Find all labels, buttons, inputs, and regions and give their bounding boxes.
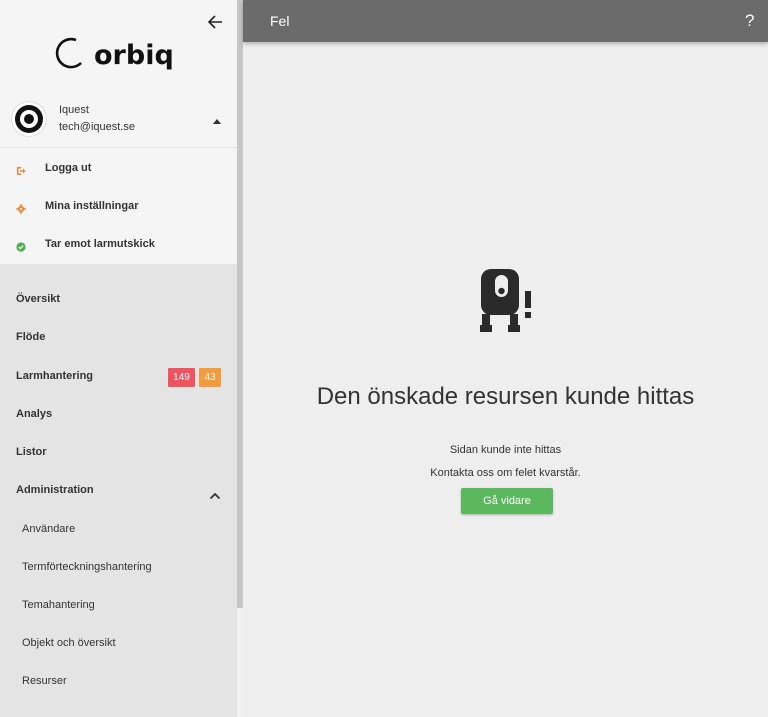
- nav-label: Administration: [16, 484, 94, 496]
- alarm-dispatch-label: Tar emot larmutskick: [45, 238, 155, 250]
- logo-text: orbiq: [94, 40, 174, 71]
- sidebar-header: orbiq Iquest tech@iquest.se Logga ut Min…: [0, 0, 237, 264]
- sidebar-item-objekt[interactable]: Objekt och översikt: [0, 624, 237, 662]
- nav-label: Analys: [16, 408, 53, 420]
- nav-label: Översikt: [16, 293, 61, 305]
- settings-menu-item[interactable]: Mina inställningar: [0, 187, 237, 225]
- page-title: Fel: [270, 13, 290, 29]
- sub-label: Användare: [22, 523, 76, 535]
- sidebar-scrollbar-thumb[interactable]: [237, 0, 243, 608]
- error-heading: Den önskade resursen kunde hittas: [316, 383, 695, 410]
- error-contact-message: Kontakta oss om felet kvarstår.: [430, 467, 581, 479]
- nav-label: Flöde: [16, 331, 46, 343]
- sidebar-item-anvandare[interactable]: Användare: [0, 510, 237, 548]
- sidebar-item-termforteckning[interactable]: Termförteckningshantering: [0, 548, 237, 586]
- nav-item-oversikt[interactable]: Översikt: [0, 280, 237, 318]
- orbiq-logo: orbiq: [52, 34, 192, 74]
- nav-item-administration[interactable]: Administration: [0, 471, 237, 509]
- logout-icon: [16, 163, 26, 175]
- user-email: tech@iquest.se: [59, 121, 135, 133]
- sidebar: orbiq Iquest tech@iquest.se Logga ut Min…: [0, 0, 243, 717]
- logout-label: Logga ut: [45, 162, 92, 174]
- sidebar-item-resurser[interactable]: Resurser: [0, 662, 237, 700]
- nav-label: Listor: [16, 446, 47, 458]
- sidebar-item-temahantering[interactable]: Temahantering: [0, 586, 237, 624]
- robot-error-icon: [478, 267, 536, 335]
- error-message: Sidan kunde inte hittas: [449, 444, 562, 456]
- nav-item-listor[interactable]: Listor: [0, 433, 237, 471]
- avatar: [12, 102, 46, 136]
- check-circle-icon: [16, 239, 26, 252]
- sub-label: Termförteckningshantering: [22, 561, 152, 573]
- chevron-up-icon[interactable]: [209, 487, 221, 500]
- gear-icon: [16, 201, 26, 214]
- alarm-count-badge-red: 149: [168, 368, 195, 387]
- top-app-bar: Fel ?: [243, 0, 768, 42]
- user-account-toggle[interactable]: Iquest tech@iquest.se: [0, 96, 237, 148]
- nav-item-analys[interactable]: Analys: [0, 395, 237, 433]
- user-name: Iquest: [59, 104, 89, 116]
- alarm-dispatch-menu-item[interactable]: Tar emot larmutskick: [0, 225, 237, 263]
- logout-menu-item[interactable]: Logga ut: [0, 149, 237, 187]
- sub-label: Resurser: [22, 675, 67, 687]
- sub-label: Objekt och översikt: [22, 637, 116, 649]
- nav-item-flode[interactable]: Flöde: [0, 318, 237, 356]
- alarm-count-badge-orange: 43: [199, 368, 221, 387]
- help-icon[interactable]: ?: [745, 11, 754, 31]
- settings-label: Mina inställningar: [45, 200, 139, 212]
- arrow-left-icon[interactable]: [206, 12, 226, 32]
- sub-label: Temahantering: [22, 599, 95, 611]
- continue-button[interactable]: Gå vidare: [461, 488, 553, 514]
- caret-up-icon: [213, 119, 221, 124]
- nav-label: Larmhantering: [16, 370, 94, 382]
